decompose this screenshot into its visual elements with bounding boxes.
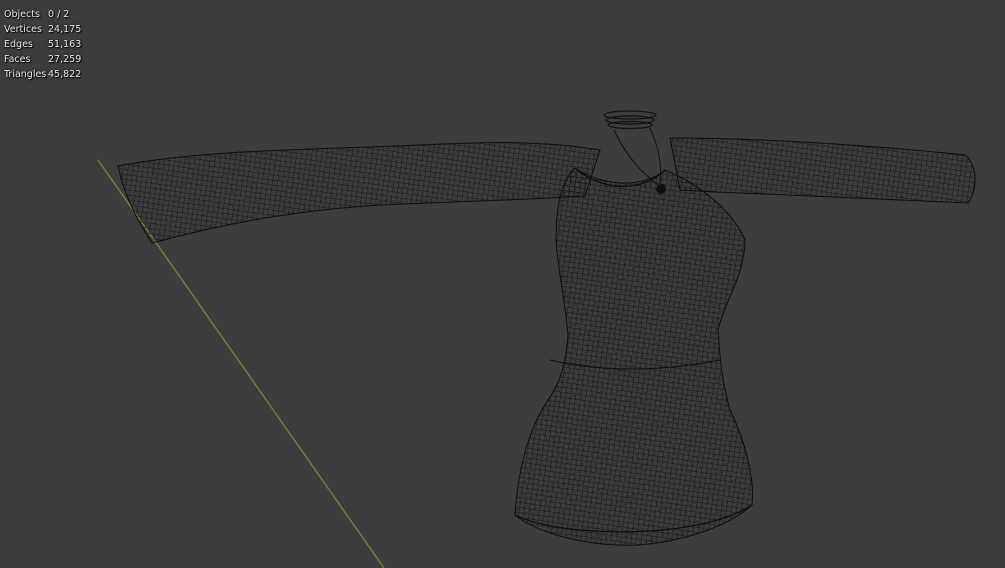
stat-value: 27,259 (48, 54, 82, 65)
stat-value: 0 / 2 (48, 9, 70, 20)
stat-value: 24,175 (48, 24, 82, 35)
stat-row-objects: Objects 0 / 2 (4, 7, 81, 22)
left-sleeve-mesh-overlay (118, 142, 600, 243)
dress-wireframe-mesh[interactable] (117, 137, 976, 546)
stat-label: Triangles (4, 69, 47, 80)
stat-label: Objects (4, 9, 40, 20)
torso-skirt-mesh-overlay (515, 168, 753, 546)
stat-label: Edges (4, 39, 33, 50)
right-sleeve-mesh-overlay (670, 138, 976, 203)
3d-viewport[interactable]: Objects 0 / 2 Vertices 24,175 Edges 51,1… (0, 0, 1005, 568)
stat-row-edges: Edges 51,163 (4, 37, 81, 52)
stat-row-faces: Faces 27,259 (4, 52, 81, 67)
scene-statistics-overlay: Objects 0 / 2 Vertices 24,175 Edges 51,1… (4, 7, 81, 82)
stat-row-vertices: Vertices 24,175 (4, 22, 81, 37)
stat-label: Faces (4, 54, 31, 65)
stat-label: Vertices (4, 24, 42, 35)
stat-value: 51,163 (48, 39, 82, 50)
stat-value: 45,822 (48, 69, 82, 80)
stat-row-triangles: Triangles 45,822 (4, 67, 81, 82)
viewport-scene[interactable] (0, 0, 1005, 568)
